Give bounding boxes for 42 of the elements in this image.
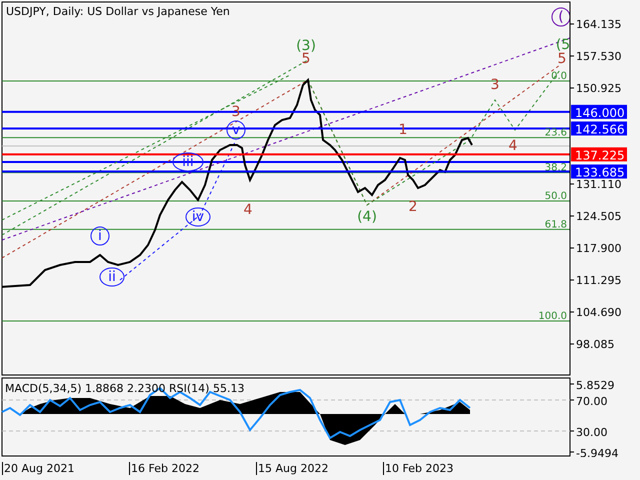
date-label: 16 Feb 2022 [129, 462, 256, 475]
fibo-label: 50.0 [544, 191, 567, 202]
price-axis-label: 124.505 [576, 210, 622, 223]
price-axis-label: 98.085 [576, 338, 614, 351]
price-axis-label: 150.925 [576, 82, 622, 95]
chart-title: USDJPY, Daily: US Dollar vs Japanese Yen [6, 5, 230, 18]
wave-label: i [90, 226, 110, 246]
price-axis-label: 164.135 [576, 18, 622, 31]
wave-label: 4 [244, 202, 252, 218]
price-axis-label: 111.295 [576, 274, 622, 287]
fibo-label: 100.0 [538, 311, 567, 322]
price-tag: 142.566 [571, 122, 627, 136]
date-label: 20 Aug 2021 [2, 462, 129, 475]
wave-label: 5 [558, 51, 566, 67]
wave-label: 5 [302, 51, 310, 67]
indicator-axis-label: -5.9494 [576, 447, 618, 457]
price-axis-label: 104.690 [576, 306, 622, 319]
indicator-label: MACD(5,34,5) 1.8868 2.2300 RSI(14) 55.13 [5, 382, 244, 395]
price-tag: 137.225 [571, 147, 627, 162]
fibo-label: 61.8 [544, 219, 567, 230]
wave-label: 4 [508, 138, 518, 154]
price-tag: 133.685 [571, 164, 627, 180]
wave-label: (4) [357, 209, 377, 225]
fibo-label: 23.6 [544, 128, 567, 139]
indicator-axis-label: 70.00 [576, 395, 608, 408]
wave-label: iv [186, 208, 210, 226]
fibo-label: 0.0 [551, 71, 567, 82]
indicator-axis [570, 384, 574, 452]
indicator-axis-label: 5.8529 [576, 379, 614, 392]
price-tag: 146.000 [571, 104, 627, 120]
wave-label: (5 [556, 37, 570, 53]
wave-label: ( [552, 8, 570, 26]
price-axis-label: 117.900 [576, 242, 622, 255]
price-axis-label: 131.110 [576, 178, 622, 191]
indicator-axis-label: 30.00 [576, 426, 608, 439]
wave-label: (3) [296, 38, 316, 54]
wave-label: ii [100, 268, 124, 286]
date-label: 15 Aug 2022 [256, 462, 383, 475]
price-axis-label: 157.530 [576, 50, 622, 63]
date-label: 10 Feb 2023 [383, 462, 510, 475]
wave-label: 2 [408, 199, 418, 215]
wave-label: 3 [490, 77, 500, 93]
